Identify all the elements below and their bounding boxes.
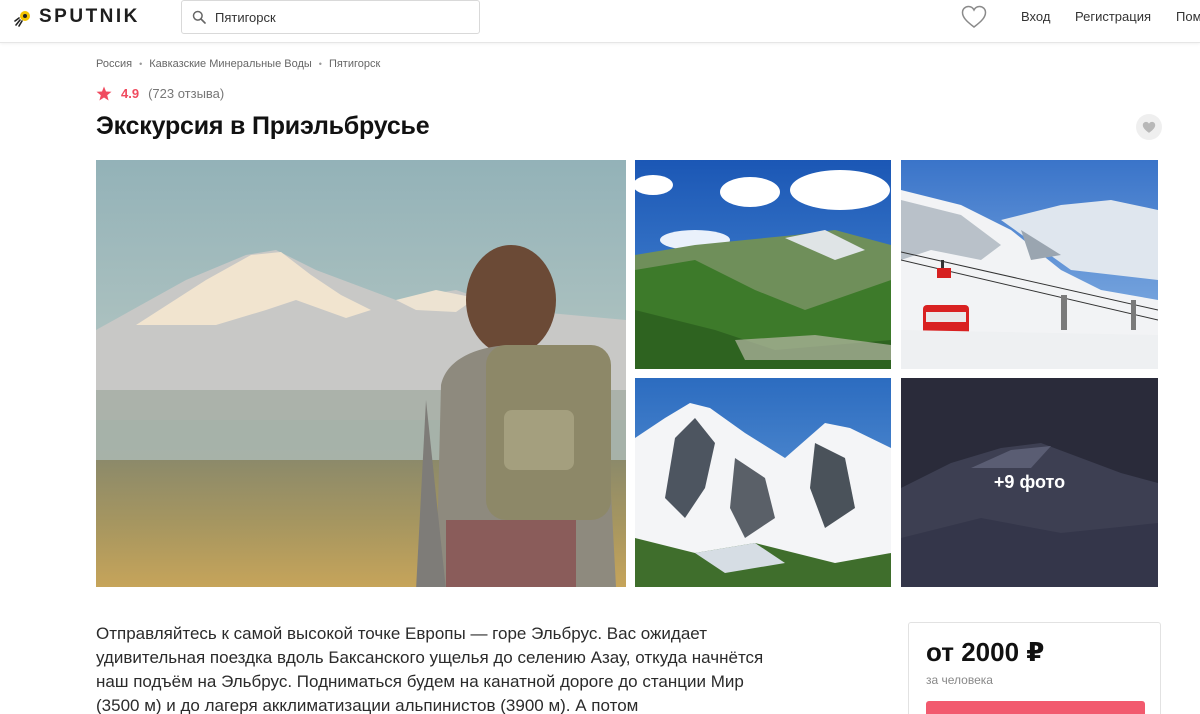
book-button[interactable] <box>926 701 1145 714</box>
price-per-person: за человека <box>926 673 993 687</box>
price-value: от 2000 ₽ <box>926 637 1045 667</box>
brand-name: SPUTNIK <box>39 6 140 27</box>
star-icon <box>96 86 112 101</box>
main-photo-hiker-elbrus[interactable] <box>96 160 626 587</box>
breadcrumb-separator: • <box>139 59 143 69</box>
rating-value: 4.9 <box>121 86 140 101</box>
register-link[interactable]: Регистрация <box>1075 9 1151 24</box>
site-header: SPUTNIK Вход Регистрация Пом <box>0 0 1200 43</box>
favorites-button[interactable] <box>961 5 987 34</box>
heart-icon <box>961 5 987 28</box>
sputnik-logo[interactable]: SPUTNIK <box>14 6 140 28</box>
breadcrumb-separator: • <box>318 59 322 69</box>
photo-cable-car[interactable] <box>901 160 1158 369</box>
rating: 4.9 (723 отзыва) <box>96 86 224 101</box>
help-link[interactable]: Пом <box>1176 9 1200 24</box>
more-photos-tile[interactable]: +9 фото <box>901 378 1158 587</box>
search-input[interactable] <box>215 9 455 25</box>
login-link[interactable]: Вход <box>1021 9 1050 24</box>
price-card: от 2000 ₽ за человека <box>908 622 1161 714</box>
add-to-favorites-button[interactable] <box>1136 114 1162 140</box>
sputnik-logo-icon <box>14 11 30 27</box>
reviews-count[interactable]: (723 отзыва) <box>148 86 224 101</box>
more-photos-label: +9 фото <box>993 472 1066 492</box>
breadcrumb-item-city[interactable]: Пятигорск <box>329 58 380 70</box>
breadcrumb-item-region[interactable]: Кавказские Минеральные Воды <box>149 58 312 70</box>
photo-green-valley[interactable] <box>635 160 891 369</box>
search-box[interactable] <box>181 0 480 34</box>
photo-snowy-peaks[interactable] <box>635 378 891 587</box>
search-icon <box>192 10 206 24</box>
breadcrumb: Россия • Кавказские Минеральные Воды • П… <box>96 58 380 70</box>
tour-description: Отправляйтесь к самой высокой точке Евро… <box>96 624 764 714</box>
page-title: Экскурсия в Приэльбрусье <box>96 112 430 140</box>
breadcrumb-item-country[interactable]: Россия <box>96 58 132 70</box>
favorite-heart-icon <box>1142 121 1156 133</box>
